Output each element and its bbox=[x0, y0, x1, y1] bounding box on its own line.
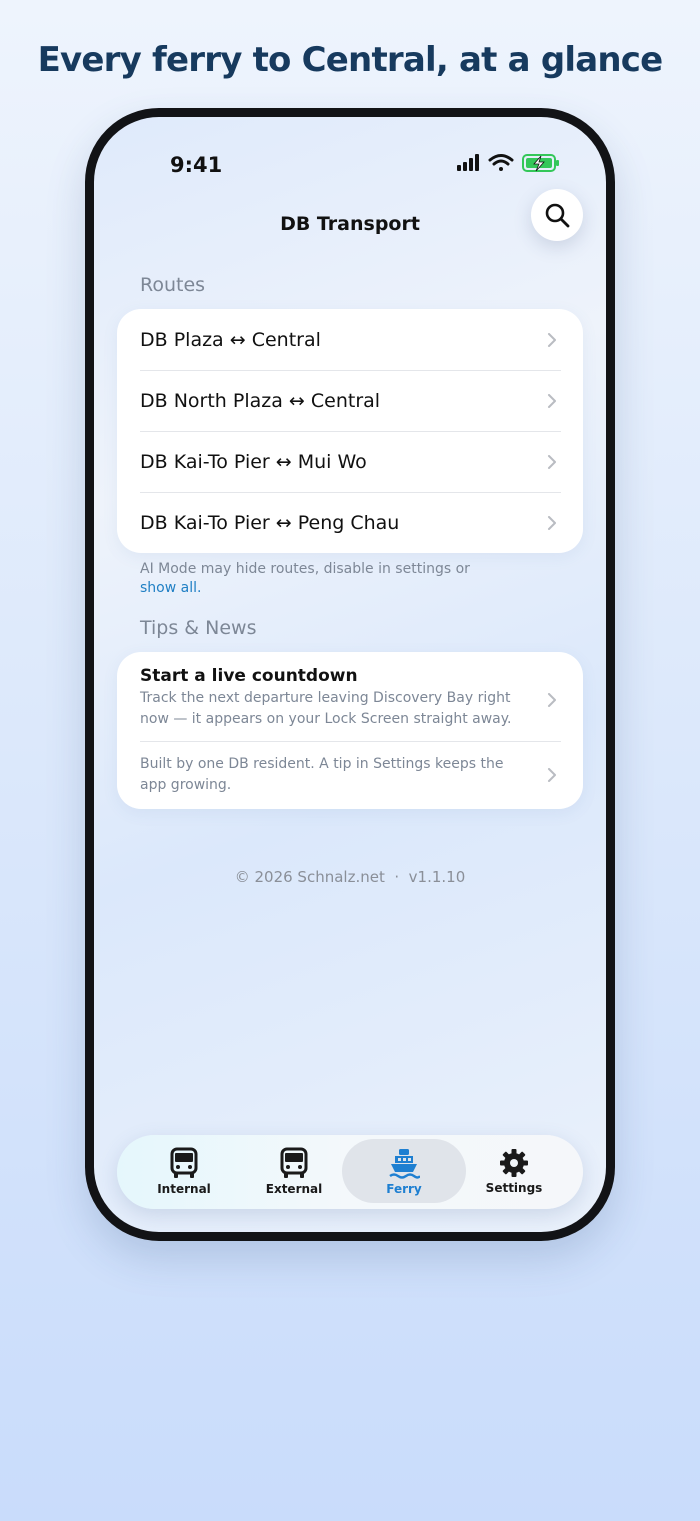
tips-section-label: Tips & News bbox=[140, 617, 257, 639]
tab-internal[interactable]: Internal bbox=[122, 1139, 246, 1203]
tip-item-live-countdown[interactable]: Start a live countdown Track the next de… bbox=[117, 652, 583, 741]
chevron-right-icon bbox=[548, 454, 556, 469]
tab-ferry[interactable]: Ferry bbox=[342, 1139, 466, 1203]
tab-bar: Internal External Ferry Settings bbox=[117, 1135, 583, 1209]
status-icons bbox=[456, 152, 576, 174]
tab-label: Ferry bbox=[386, 1181, 422, 1196]
battery-charging-icon bbox=[522, 154, 559, 172]
chevron-right-icon bbox=[548, 768, 556, 782]
chevron-right-icon bbox=[548, 692, 556, 707]
search-icon bbox=[545, 203, 570, 228]
routes-footnote: AI Mode may hide routes, disable in sett… bbox=[140, 560, 540, 598]
routes-section-label: Routes bbox=[140, 274, 206, 296]
tip-body: Track the next departure leaving Discove… bbox=[140, 690, 512, 727]
status-time: 9:41 bbox=[170, 153, 223, 177]
route-item-db-north-plaza-central[interactable]: DB North Plaza ↔ Central bbox=[117, 370, 583, 431]
route-label: DB Kai-To Pier ↔ Mui Wo bbox=[140, 450, 367, 473]
tip-item-support[interactable]: Built by one DB resident. A tip in Setti… bbox=[117, 741, 583, 809]
route-label: DB Kai-To Pier ↔ Peng Chau bbox=[140, 511, 400, 534]
tip-title: Start a live countdown bbox=[140, 666, 358, 686]
chevron-right-icon bbox=[548, 332, 556, 347]
search-button[interactable] bbox=[531, 189, 583, 241]
app-screen: 9:41 DB Transport Routes DB Plaza ↔ Cent… bbox=[94, 117, 606, 1232]
bus-icon bbox=[170, 1147, 198, 1178]
tab-settings[interactable]: Settings bbox=[452, 1139, 576, 1203]
tab-external[interactable]: External bbox=[232, 1139, 356, 1203]
copyright-version: © 2026 Schnalz.net · v1.1.10 bbox=[234, 868, 466, 886]
tab-label: Settings bbox=[485, 1180, 543, 1195]
ferry-icon bbox=[389, 1148, 420, 1179]
route-item-db-plaza-central[interactable]: DB Plaza ↔ Central bbox=[117, 309, 583, 370]
wifi-icon bbox=[488, 154, 514, 171]
routes-footnote-text: AI Mode may hide routes, disable in sett… bbox=[140, 561, 470, 577]
routes-card: DB Plaza ↔ Central DB North Plaza ↔ Cent… bbox=[117, 309, 583, 553]
cellular-signal-icon bbox=[457, 154, 479, 171]
phone-frame: 9:41 DB Transport Routes DB Plaza ↔ Cent… bbox=[85, 108, 615, 1241]
route-label: DB Plaza ↔ Central bbox=[140, 328, 321, 351]
chevron-right-icon bbox=[548, 393, 556, 408]
show-all-link[interactable]: show all. bbox=[140, 579, 540, 598]
tips-card: Start a live countdown Track the next de… bbox=[117, 652, 583, 809]
marketing-headline: Every ferry to Central, at a glance bbox=[37, 40, 664, 80]
tab-label: Internal bbox=[157, 1181, 211, 1196]
tab-label: External bbox=[265, 1181, 323, 1196]
route-item-kai-to-mui-wo[interactable]: DB Kai-To Pier ↔ Mui Wo bbox=[117, 431, 583, 492]
bus-icon bbox=[280, 1147, 308, 1178]
chevron-right-icon bbox=[548, 515, 556, 530]
route-label: DB North Plaza ↔ Central bbox=[140, 389, 381, 412]
route-item-kai-to-peng-chau[interactable]: DB Kai-To Pier ↔ Peng Chau bbox=[117, 492, 583, 553]
app-title: DB Transport bbox=[280, 213, 420, 235]
tip-body: Built by one DB resident. A tip in Setti… bbox=[140, 756, 504, 793]
gear-icon bbox=[500, 1148, 528, 1177]
